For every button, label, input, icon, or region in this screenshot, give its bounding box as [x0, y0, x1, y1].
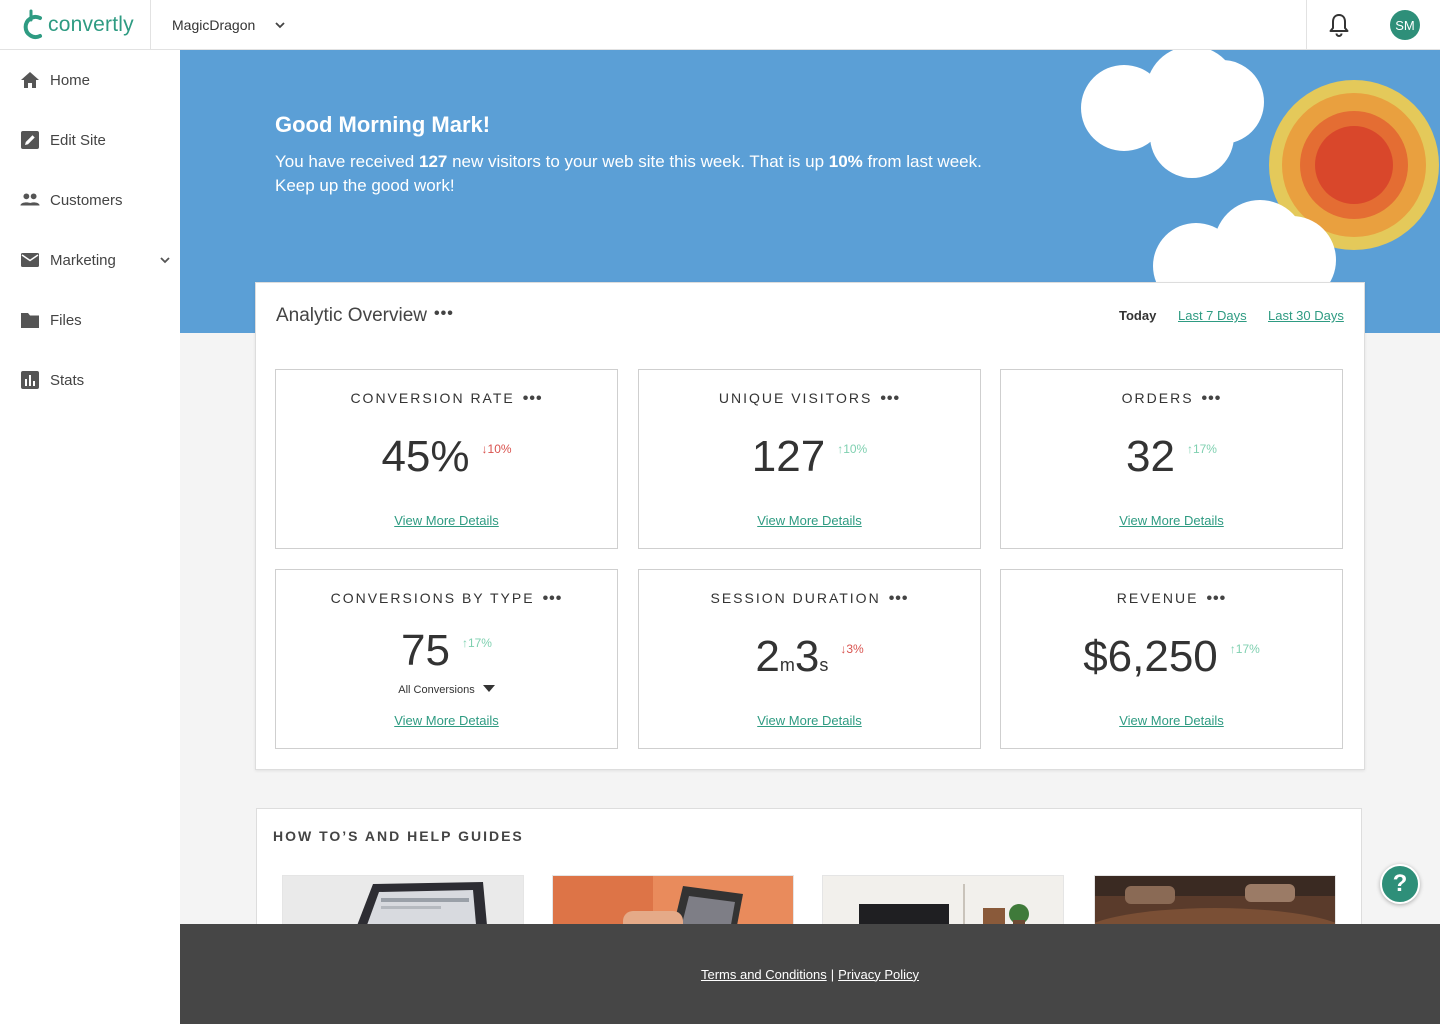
sidebar-item-label: Edit Site — [50, 131, 106, 149]
card-title-text: ORDERS — [1121, 390, 1194, 406]
bell-icon — [1329, 14, 1348, 37]
card-title-text: UNIQUE VISITORS — [718, 390, 873, 406]
metric-value: 2m3s ↓3% — [639, 632, 980, 682]
duration-unit: s — [819, 655, 829, 675]
analytic-overview-panel: Analytic Overview ••• Today Last 7 Days … — [255, 282, 1365, 770]
conversions-by-type-card: CONVERSIONS BY TYPE ••• 75 ↑17% All Conver… — [275, 569, 618, 749]
view-more-details-link[interactable]: View More Details — [1001, 513, 1342, 528]
privacy-link[interactable]: Privacy Policy — [838, 967, 919, 982]
top-bar: convertly MagicDragon SM — [0, 0, 1440, 50]
caret-down-icon — [482, 685, 495, 692]
sidebar-item-label: Home — [50, 71, 91, 89]
more-options-icon[interactable]: ••• — [543, 590, 563, 608]
range-today[interactable]: Today — [1119, 308, 1156, 323]
home-icon — [20, 70, 40, 90]
convertly-logo[interactable]: convertly — [20, 8, 134, 42]
more-options-icon[interactable]: ••• — [1202, 390, 1222, 408]
metric-delta: ↓10% — [481, 442, 512, 456]
sidebar-item-label: Files — [50, 311, 82, 329]
metric-number: 45% — [381, 432, 470, 481]
terms-link[interactable]: Terms and Conditions — [701, 967, 827, 982]
logo-text: convertly — [48, 13, 134, 36]
duration-minutes: 2 — [755, 632, 780, 681]
sidebar-item-marketing[interactable]: Marketing — [0, 240, 180, 280]
card-title: REVENUE ••• — [1001, 590, 1342, 608]
select-value: All Conversions — [398, 684, 475, 696]
view-more-details-link[interactable]: View More Details — [276, 713, 617, 728]
sidebar-item-customers[interactable]: Customers — [0, 180, 180, 220]
metric-delta: ↑17% — [461, 636, 492, 650]
card-title: UNIQUE VISITORS ••• — [639, 390, 980, 408]
card-title-text: CONVERSIONS BY TYPE — [330, 590, 535, 606]
sidebar-item-label: Customers — [50, 191, 123, 209]
footer: Terms and Conditions | Privacy Policy — [180, 924, 1440, 1024]
card-title-text: REVENUE — [1116, 590, 1199, 606]
sidebar-item-edit-site[interactable]: Edit Site — [0, 120, 180, 160]
site-name: MagicDragon — [172, 17, 256, 33]
metric-value: 32 ↑17% — [1001, 432, 1342, 482]
chevron-down-icon — [160, 257, 170, 264]
sidebar-item-stats[interactable]: Stats — [0, 360, 180, 400]
metric-value: $6,250 ↑17% — [1001, 632, 1342, 682]
logo-mark-icon — [23, 9, 42, 39]
sidebar-item-files[interactable]: Files — [0, 300, 180, 340]
metric-delta: ↓3% — [840, 642, 864, 656]
view-more-details-link[interactable]: View More Details — [639, 513, 980, 528]
more-options-icon[interactable]: ••• — [889, 590, 909, 608]
metric-value: 45% ↓10% — [276, 432, 617, 482]
mail-icon — [20, 250, 40, 270]
more-options-icon[interactable]: ••• — [434, 305, 454, 323]
guides-heading: HOW TO’S AND HELP GUIDES — [273, 828, 524, 844]
bar-chart-icon — [20, 370, 40, 390]
card-title: ORDERS ••• — [1001, 390, 1342, 408]
people-icon — [20, 190, 40, 210]
metric-value: 127 ↑10% — [639, 432, 980, 482]
folder-icon — [20, 310, 40, 330]
view-more-details-link[interactable]: View More Details — [276, 513, 617, 528]
range-last-30-days[interactable]: Last 30 Days — [1268, 308, 1344, 323]
sidebar-item-home[interactable]: Home — [0, 60, 180, 100]
site-switcher[interactable]: MagicDragon — [150, 0, 287, 50]
edit-icon — [20, 130, 40, 150]
user-avatar[interactable]: SM — [1390, 10, 1420, 40]
view-more-details-link[interactable]: View More Details — [639, 713, 980, 728]
card-title: SESSION DURATION ••• — [639, 590, 980, 608]
sidebar-item-label: Stats — [50, 371, 85, 389]
metric-number: 75 — [401, 626, 450, 675]
cloud-icon — [1081, 50, 1264, 178]
card-title: CONVERSION RATE ••• — [276, 390, 617, 408]
card-title-text: SESSION DURATION — [710, 590, 881, 606]
session-duration-card: SESSION DURATION ••• 2m3s ↓3% View More De… — [638, 569, 981, 749]
card-title-text: CONVERSION RATE — [350, 390, 515, 406]
card-title: CONVERSIONS BY TYPE ••• — [276, 590, 617, 608]
metric-number: 127 — [751, 432, 826, 481]
metric-value: 75 ↑17% — [276, 626, 617, 676]
chevron-down-icon — [275, 22, 285, 29]
view-more-details-link[interactable]: View More Details — [1001, 713, 1342, 728]
more-options-icon[interactable]: ••• — [1206, 590, 1226, 608]
metric-number: 32 — [1126, 432, 1175, 481]
conversion-rate-card: CONVERSION RATE ••• 45% ↓10% View More Det… — [275, 369, 618, 549]
more-options-icon[interactable]: ••• — [523, 390, 543, 408]
metric-delta: ↑17% — [1229, 642, 1260, 656]
orders-card: ORDERS ••• 32 ↑17% View More Details — [1000, 369, 1343, 549]
metric-delta: ↑10% — [837, 442, 868, 456]
help-button[interactable]: ? — [1380, 864, 1420, 904]
sidebar: Home Edit Site Customers Marketing Files… — [0, 50, 180, 1024]
metric-delta: ↑17% — [1186, 442, 1217, 456]
revenue-card: REVENUE ••• $6,250 ↑17% View More Details — [1000, 569, 1343, 749]
notifications-button[interactable] — [1306, 0, 1370, 50]
more-options-icon[interactable]: ••• — [880, 390, 900, 408]
sidebar-item-label: Marketing — [50, 251, 116, 269]
range-last-7-days[interactable]: Last 7 Days — [1178, 308, 1247, 323]
unique-visitors-card: UNIQUE VISITORS ••• 127 ↑10% View More Det… — [638, 369, 981, 549]
panel-title: Analytic Overview — [276, 305, 427, 326]
conversion-type-select[interactable]: All Conversions — [276, 684, 617, 696]
footer-separator: | — [830, 966, 835, 982]
duration-unit: m — [779, 655, 795, 675]
metric-number: $6,250 — [1083, 632, 1218, 681]
duration-seconds: 3 — [794, 632, 820, 681]
